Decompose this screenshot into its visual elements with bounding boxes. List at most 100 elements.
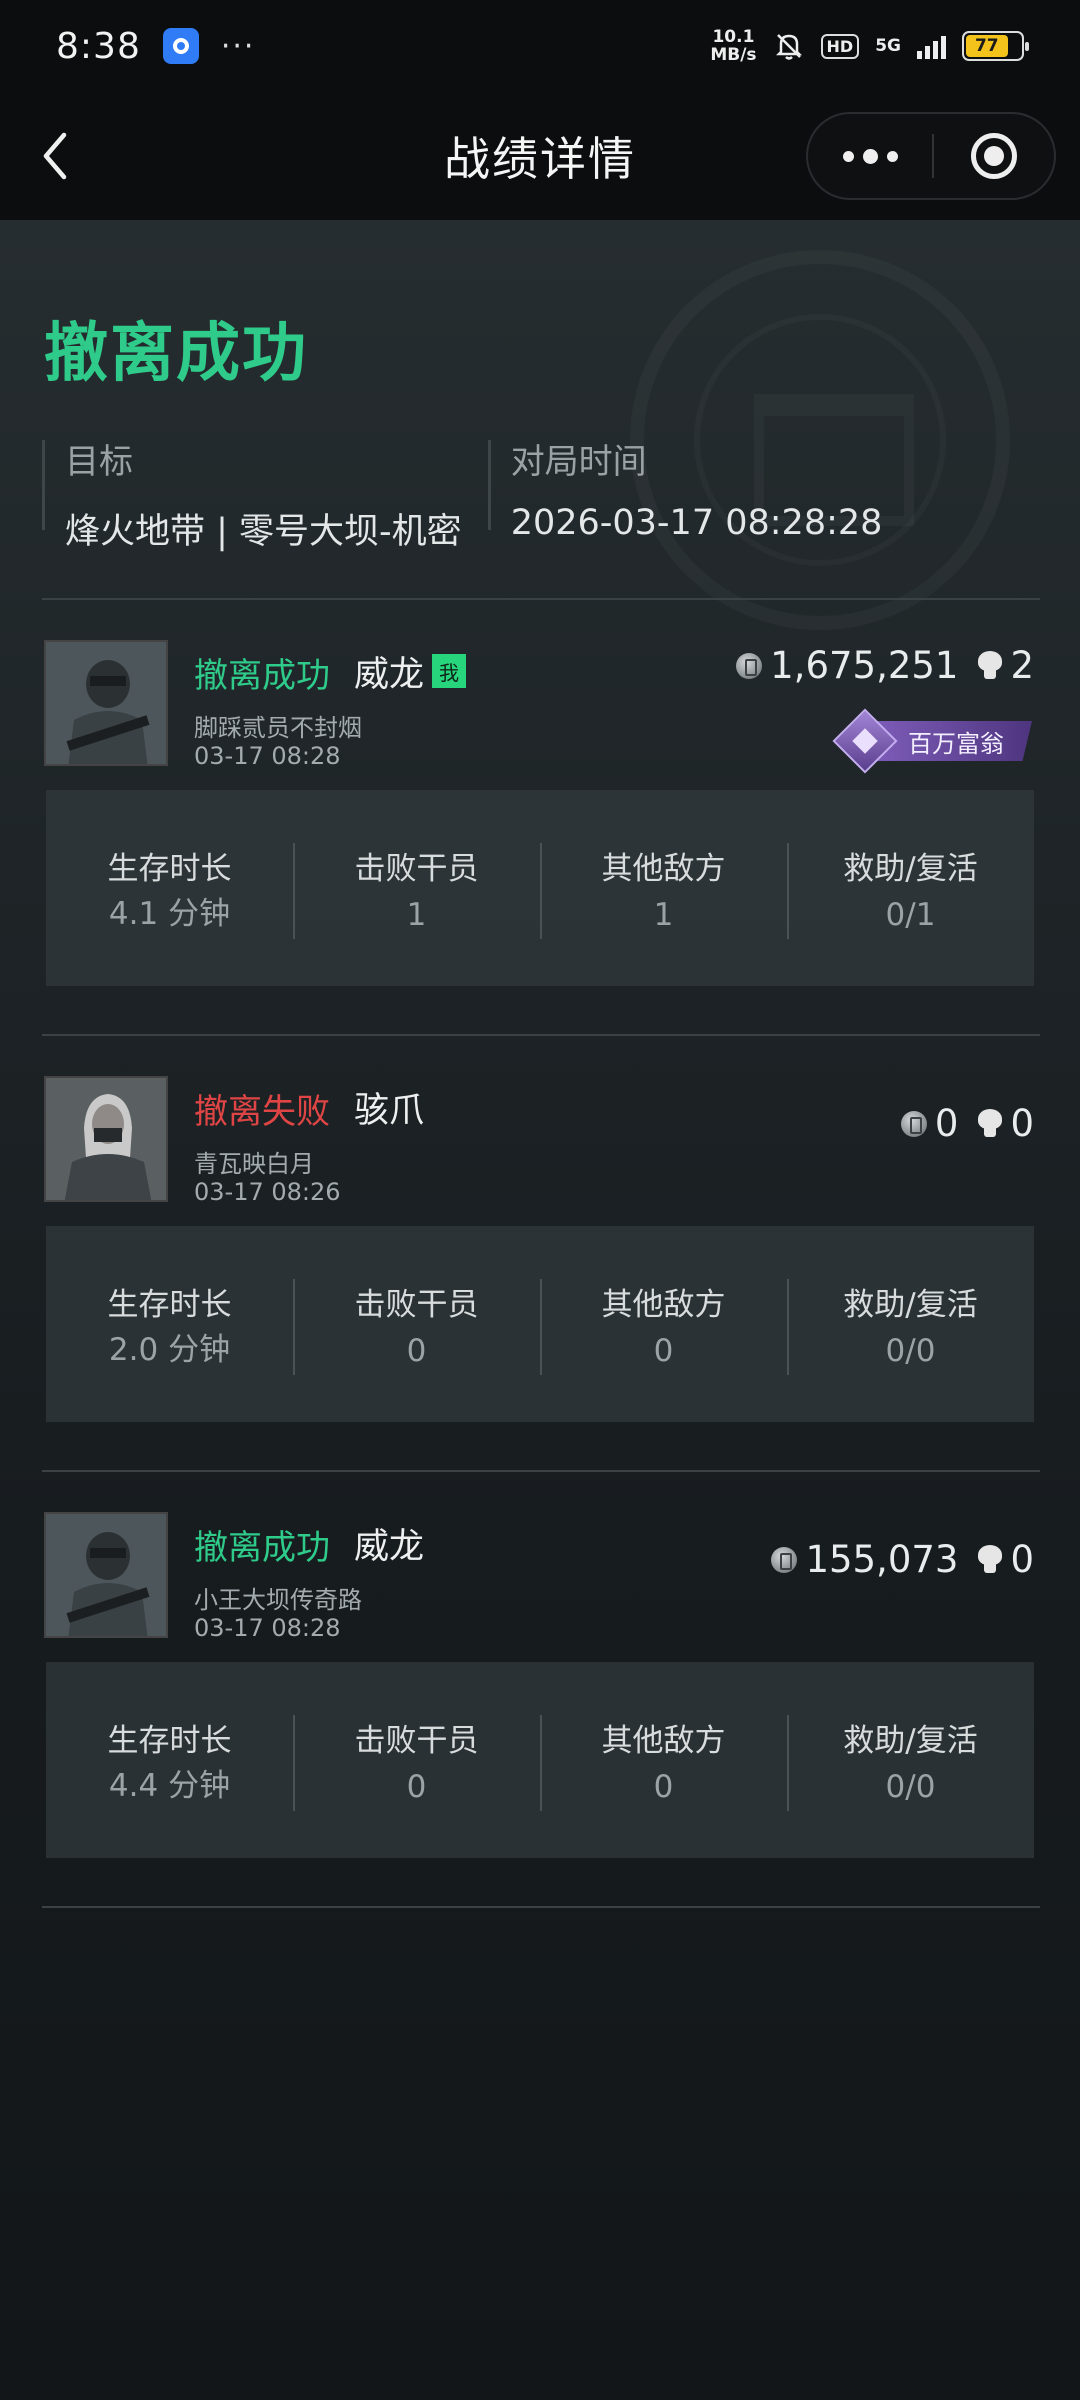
stat-survival: 生存时长 4.1 分钟 xyxy=(46,843,293,933)
stats-panel: 生存时长 4.4 分钟 击败干员 0 其他敌方 0 救助/复活 0/0 xyxy=(46,1662,1034,1858)
battery-icon: 77 xyxy=(962,31,1029,61)
stat-value: 1 xyxy=(653,897,674,933)
close-button[interactable] xyxy=(934,114,1054,198)
coin-icon xyxy=(900,1110,927,1137)
stat-kills: 击败干员 1 xyxy=(293,843,540,939)
kill-count: 2 xyxy=(1010,644,1034,687)
stat-value: 4.1 分钟 xyxy=(108,896,231,932)
stat-value: 0 xyxy=(653,1769,674,1805)
player-loot: 1,675,251 2 xyxy=(736,644,1034,687)
player-card[interactable]: 撤离失败 骇爪 青瓦映白月 03-17 08:26 0 0 生存时长 2.0 分… xyxy=(42,1066,1040,1461)
stat-rescue: 救助/复活 0/1 xyxy=(787,843,1034,939)
stat-label: 击败干员 xyxy=(354,851,479,887)
divider xyxy=(42,1906,1040,1908)
operator-avatar xyxy=(44,1076,168,1202)
stat-label: 其他敌方 xyxy=(601,851,726,887)
skull-icon xyxy=(976,650,1004,681)
loot-value: 1,675,251 xyxy=(770,644,959,687)
page-title: 战绩详情 xyxy=(444,132,636,186)
match-time-value: 2026-03-17 08:28:28 xyxy=(510,503,883,543)
player-status: 撤离成功 xyxy=(194,656,330,696)
stat-label: 其他敌方 xyxy=(601,1287,726,1323)
signal-icon xyxy=(917,33,946,59)
kill-count: 0 xyxy=(1010,1538,1034,1581)
stat-label: 击败干员 xyxy=(354,1723,479,1759)
player-card[interactable]: 撤离成功 威龙 小王大坝传奇路 03-17 08:28 155,073 0 生存… xyxy=(42,1502,1040,1897)
chevron-left-icon xyxy=(43,132,67,180)
player-loot: 0 0 xyxy=(900,1102,1034,1145)
stat-label: 生存时长 xyxy=(107,851,232,887)
stat-value: 0/0 xyxy=(885,1769,936,1805)
stat-value: 2.0 分钟 xyxy=(108,1332,231,1368)
network-type: 5G xyxy=(875,36,901,56)
stat-other-enemies: 其他敌方 0 xyxy=(540,1715,787,1811)
stat-value: 0 xyxy=(406,1333,427,1369)
target-label: 目标 xyxy=(65,442,133,482)
stats-panel: 生存时长 4.1 分钟 击败干员 1 其他敌方 1 救助/复活 0/1 xyxy=(46,790,1034,986)
more-notifications-icon: ··· xyxy=(220,28,256,64)
nav-bar: 战绩详情 xyxy=(0,92,1080,220)
player-nickname: 小王大坝传奇路 xyxy=(194,1586,362,1614)
stat-survival: 生存时长 4.4 分钟 xyxy=(46,1715,293,1805)
stat-rescue: 救助/复活 0/0 xyxy=(787,1715,1034,1811)
stat-other-enemies: 其他敌方 0 xyxy=(540,1279,787,1375)
target-info: 目标 烽火地带 | 零号大坝-机密 xyxy=(42,440,462,552)
millionaire-label: 百万富翁 xyxy=(874,721,1032,761)
stat-other-enemies: 其他敌方 1 xyxy=(540,843,787,939)
coin-icon xyxy=(736,652,763,679)
operator-avatar xyxy=(44,1512,168,1638)
player-loot: 155,073 0 xyxy=(771,1538,1034,1581)
stat-survival: 生存时长 2.0 分钟 xyxy=(46,1279,293,1369)
stat-label: 生存时长 xyxy=(107,1723,232,1759)
player-nickname: 青瓦映白月 xyxy=(194,1150,314,1178)
status-time: 8:38 xyxy=(56,25,141,67)
operator-name: 威龙 xyxy=(354,655,425,695)
player-status: 撤离失败 xyxy=(194,1092,330,1132)
network-speed: 10.1 MB/s xyxy=(710,28,756,64)
operator-name: 骇爪 xyxy=(354,1091,425,1131)
millionaire-badge: 百万富翁 xyxy=(832,708,1032,774)
operator-name: 威龙 xyxy=(354,1527,425,1567)
player-time: 03-17 08:28 xyxy=(194,742,341,770)
stat-kills: 击败干员 0 xyxy=(293,1715,540,1811)
back-button[interactable] xyxy=(40,124,80,188)
coin-icon xyxy=(771,1546,798,1573)
network-speed-unit: MB/s xyxy=(710,45,757,65)
stat-label: 救助/复活 xyxy=(843,1287,978,1323)
stat-value: 4.4 分钟 xyxy=(108,1768,231,1804)
divider xyxy=(42,598,1040,600)
match-detail-content: 撤离成功 目标 烽火地带 | 零号大坝-机密 对局时间 2026-03-17 0… xyxy=(0,220,1080,2400)
battery-level: 77 xyxy=(966,35,1008,57)
player-status: 撤离成功 xyxy=(194,1528,330,1568)
stat-rescue: 救助/复活 0/0 xyxy=(787,1279,1034,1375)
target-circle-icon xyxy=(971,133,1017,179)
network-speed-value: 10.1 xyxy=(712,27,755,47)
skull-icon xyxy=(976,1108,1004,1139)
match-result-title: 撤离成功 xyxy=(44,317,308,391)
stat-label: 其他敌方 xyxy=(601,1723,726,1759)
skull-icon xyxy=(976,1544,1004,1575)
divider xyxy=(42,1034,1040,1036)
stat-value: 0/0 xyxy=(885,1333,936,1369)
stat-value: 0/1 xyxy=(885,897,936,933)
stats-panel: 生存时长 2.0 分钟 击败干员 0 其他敌方 0 救助/复活 0/0 xyxy=(46,1226,1034,1422)
mini-program-capsule xyxy=(806,112,1056,200)
player-card[interactable]: 撤离成功 威龙 我 脚踩贰员不封烟 03-17 08:28 1,675,251 … xyxy=(42,630,1040,1025)
kill-count: 0 xyxy=(1010,1102,1034,1145)
target-value: 烽火地带 | 零号大坝-机密 xyxy=(65,512,462,552)
status-bar: 8:38 ··· 10.1 MB/s HD 5G 77 xyxy=(0,0,1080,92)
more-button[interactable] xyxy=(808,114,932,198)
hd-icon: HD xyxy=(820,33,860,59)
match-time-label: 对局时间 xyxy=(510,442,647,482)
stat-value: 1 xyxy=(406,897,427,933)
stat-label: 救助/复活 xyxy=(843,1723,978,1759)
stat-kills: 击败干员 0 xyxy=(293,1279,540,1375)
app-notification-icon xyxy=(162,28,199,64)
stat-value: 0 xyxy=(653,1333,674,1369)
match-meta: 目标 烽火地带 | 零号大坝-机密 对局时间 2026-03-17 08:28:… xyxy=(42,440,882,552)
bell-muted-icon xyxy=(775,34,802,60)
me-badge: 我 xyxy=(432,654,466,688)
stat-label: 击败干员 xyxy=(354,1287,479,1323)
player-time: 03-17 08:28 xyxy=(194,1614,341,1642)
loot-value: 155,073 xyxy=(805,1538,959,1581)
